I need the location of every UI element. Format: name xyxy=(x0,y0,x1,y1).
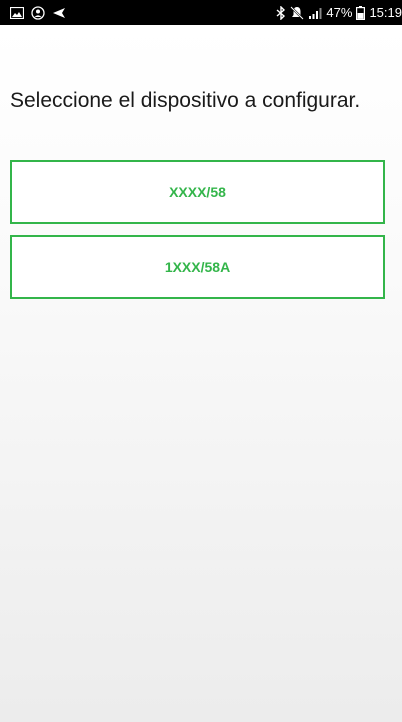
mute-icon xyxy=(290,5,305,20)
device-button-2[interactable]: 1XXX/58A xyxy=(10,235,385,299)
signal-icon xyxy=(308,6,322,20)
device-button-label: 1XXX/58A xyxy=(164,259,231,275)
battery-icon xyxy=(356,5,366,20)
battery-percent: 47% xyxy=(326,5,353,20)
clock: 15:19 xyxy=(369,5,402,20)
status-bar-left xyxy=(10,5,66,20)
send-icon xyxy=(52,6,66,20)
device-button-1[interactable]: XXXX/58 xyxy=(10,160,385,224)
device-button-label: XXXX/58 xyxy=(169,184,226,200)
gallery-icon xyxy=(10,6,24,20)
status-bar: 47% 15:19 xyxy=(0,0,402,25)
account-sync-icon xyxy=(30,5,46,20)
device-selection-screen: Seleccione el dispositivo a configurar. … xyxy=(0,25,402,722)
page-title: Seleccione el dispositivo a configurar. xyxy=(10,89,361,112)
bluetooth-icon xyxy=(276,5,286,20)
status-bar-right: 47% 15:19 xyxy=(276,5,402,20)
